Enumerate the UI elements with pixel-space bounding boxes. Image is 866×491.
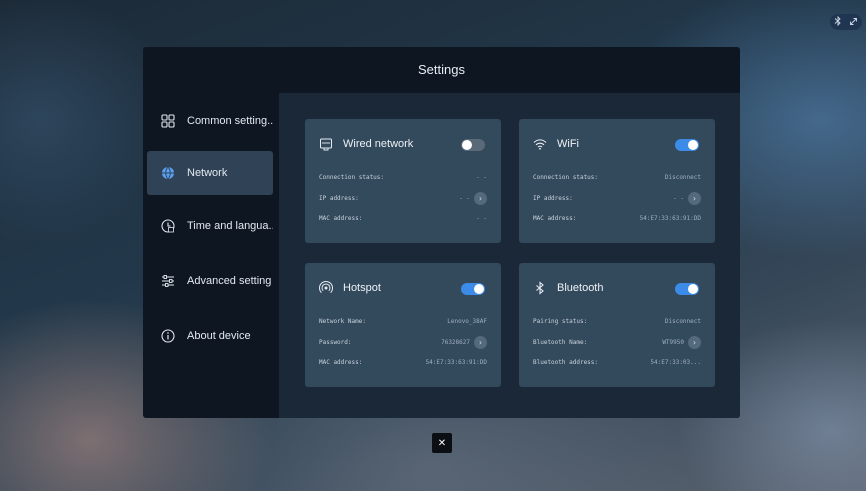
sidebar-item-label: Time and langua.. bbox=[187, 220, 273, 232]
wifi-card: WiFi Connection status: Disconnect IP ad… bbox=[519, 119, 715, 243]
wifi-toggle[interactable] bbox=[675, 139, 699, 151]
card-title: WiFi bbox=[557, 138, 579, 150]
row-value: - - bbox=[673, 194, 684, 202]
wired-network-card: Wired network Connection status: - - IP … bbox=[305, 119, 501, 243]
bluetooth-toggle[interactable] bbox=[675, 283, 699, 295]
row-value: - - bbox=[459, 194, 470, 202]
info-row: IP address: - - › bbox=[319, 191, 487, 205]
sidebar-item-time-language[interactable]: Time and langua.. bbox=[147, 204, 273, 248]
row-label: Connection status: bbox=[533, 173, 599, 181]
row-value: Lenovo_38AF bbox=[447, 317, 487, 325]
row-label: MAC address: bbox=[319, 214, 363, 222]
info-row: Connection status: Disconnect bbox=[533, 170, 701, 184]
close-icon: ✕ bbox=[437, 437, 447, 449]
info-row: MAC address: - - bbox=[319, 211, 487, 225]
toggle-knob bbox=[474, 284, 484, 294]
row-value: - - bbox=[476, 173, 487, 181]
row-label: IP address: bbox=[319, 194, 359, 202]
dialog-title: Settings bbox=[418, 62, 465, 77]
info-row: IP address: - - › bbox=[533, 191, 701, 205]
toggle-knob bbox=[462, 140, 472, 150]
chevron-right-icon[interactable]: › bbox=[688, 191, 701, 205]
sliders-icon bbox=[161, 274, 175, 288]
card-title: Wired network bbox=[343, 138, 414, 150]
settings-sidebar: Common setting.. Network Time and langua… bbox=[143, 93, 279, 418]
link-icon bbox=[849, 17, 858, 28]
row-label: Bluetooth Name: bbox=[533, 338, 588, 346]
row-label: Pairing status: bbox=[533, 317, 588, 325]
hotspot-icon bbox=[319, 281, 333, 295]
info-row: MAC address: 54:E7:33:63:91:DD bbox=[319, 355, 487, 369]
info-row: Pairing status: Disconnect bbox=[533, 314, 701, 328]
clock-language-icon bbox=[161, 219, 175, 233]
toggle-knob bbox=[688, 284, 698, 294]
ethernet-icon bbox=[319, 137, 333, 151]
info-row: Bluetooth Name: WT9950 › bbox=[533, 335, 701, 349]
grid-icon bbox=[161, 114, 175, 128]
hotspot-card: Hotspot Network Name: Lenovo_38AF Passwo… bbox=[305, 263, 501, 387]
chevron-right-icon[interactable]: › bbox=[474, 335, 487, 349]
row-label: Password: bbox=[319, 338, 352, 346]
sidebar-item-common-settings[interactable]: Common setting.. bbox=[147, 99, 273, 143]
row-value: Disconnect bbox=[664, 173, 701, 181]
info-row: MAC address: 54:E7:33:63:91:DD bbox=[533, 211, 701, 225]
globe-icon bbox=[161, 166, 175, 180]
card-title: Hotspot bbox=[343, 282, 381, 294]
sidebar-item-label: Advanced setting bbox=[187, 275, 272, 287]
chevron-right-icon[interactable]: › bbox=[474, 191, 487, 205]
chevron-right-icon[interactable]: › bbox=[688, 335, 701, 349]
info-row: Bluetooth address: 54:E7:33:03... bbox=[533, 355, 701, 369]
row-value: 54:E7:33:63:91:DD bbox=[425, 358, 487, 366]
sidebar-item-about-device[interactable]: About device bbox=[147, 314, 273, 358]
sidebar-item-label: Common setting.. bbox=[187, 115, 273, 127]
settings-dialog: Settings Common setting.. Network Time a… bbox=[143, 47, 740, 418]
row-label: MAC address: bbox=[533, 214, 577, 222]
row-value: 54:E7:33:03... bbox=[650, 358, 701, 366]
info-icon bbox=[161, 329, 175, 343]
bluetooth-icon bbox=[834, 15, 842, 28]
wifi-icon bbox=[533, 137, 547, 151]
sidebar-item-label: About device bbox=[187, 330, 251, 342]
row-value: - - bbox=[476, 214, 487, 222]
close-button[interactable]: ✕ bbox=[432, 433, 452, 453]
row-label: Connection status: bbox=[319, 173, 385, 181]
info-row: Network Name: Lenovo_38AF bbox=[319, 314, 487, 328]
info-row: Password: 76328627 › bbox=[319, 335, 487, 349]
row-label: IP address: bbox=[533, 194, 573, 202]
hotspot-toggle[interactable] bbox=[461, 283, 485, 295]
card-title: Bluetooth bbox=[557, 282, 604, 294]
sidebar-item-network[interactable]: Network bbox=[147, 151, 273, 195]
row-value: 54:E7:33:63:91:DD bbox=[639, 214, 701, 222]
row-label: MAC address: bbox=[319, 358, 363, 366]
row-label: Network Name: bbox=[319, 317, 366, 325]
row-value: Disconnect bbox=[664, 317, 701, 325]
toggle-knob bbox=[688, 140, 698, 150]
bluetooth-card: Bluetooth Pairing status: Disconnect Blu… bbox=[519, 263, 715, 387]
status-tray[interactable] bbox=[830, 14, 862, 30]
network-panel: Wired network Connection status: - - IP … bbox=[279, 93, 740, 418]
info-row: Connection status: - - bbox=[319, 170, 487, 184]
row-label: Bluetooth address: bbox=[533, 358, 599, 366]
row-value: 76328627 bbox=[441, 338, 470, 346]
bluetooth-icon bbox=[533, 281, 547, 295]
sidebar-item-label: Network bbox=[187, 167, 228, 179]
sidebar-item-advanced-settings[interactable]: Advanced setting bbox=[147, 259, 273, 303]
row-value: WT9950 bbox=[662, 338, 684, 346]
wired-network-toggle[interactable] bbox=[461, 139, 485, 151]
